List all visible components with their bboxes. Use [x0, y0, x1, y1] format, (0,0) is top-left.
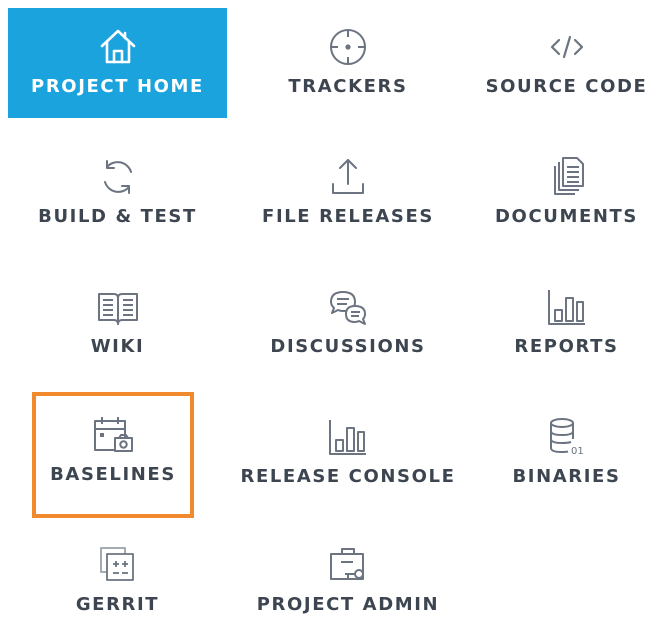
svg-text:01: 01: [571, 446, 584, 457]
nav-item-label: SOURCE CODE: [485, 76, 648, 97]
nav-item-binaries[interactable]: 01 BINARIES: [470, 400, 663, 510]
nav-item-label: PROJECT ADMIN: [256, 594, 440, 615]
nav-item-trackers[interactable]: TRACKERS: [238, 8, 458, 118]
bar-chart-icon: [325, 414, 371, 460]
nav-item-label: WIKI: [90, 336, 145, 357]
home-icon: [95, 24, 141, 70]
nav-item-project-home[interactable]: PROJECT HOME: [8, 8, 227, 118]
nav-item-baselines[interactable]: BASELINES: [32, 392, 194, 518]
nav-item-label: FILE RELEASES: [262, 206, 434, 227]
nav-item-label: DOCUMENTS: [495, 206, 638, 227]
bar-chart-icon: [544, 284, 590, 330]
nav-item-label: BASELINES: [50, 464, 176, 485]
nav-item-wiki[interactable]: WIKI: [8, 270, 227, 380]
gerrit-icon: [95, 542, 141, 588]
nav-item-gerrit[interactable]: GERRIT: [8, 530, 227, 623]
nav-item-label: DISCUSSIONS: [270, 336, 426, 357]
nav-item-build-test[interactable]: BUILD & TEST: [8, 140, 227, 250]
chat-bubbles-icon: [325, 284, 371, 330]
documents-icon: [544, 154, 590, 200]
briefcase-key-icon: [325, 542, 371, 588]
nav-item-source-code[interactable]: SOURCE CODE: [470, 8, 663, 118]
database-binary-icon: 01: [544, 414, 590, 460]
nav-item-label: BUILD & TEST: [38, 206, 197, 227]
nav-item-file-releases[interactable]: FILE RELEASES: [238, 140, 458, 250]
nav-item-project-admin[interactable]: PROJECT ADMIN: [238, 530, 458, 623]
nav-item-label: TRACKERS: [288, 76, 408, 97]
upload-icon: [325, 154, 371, 200]
crosshair-icon: [325, 24, 371, 70]
calendar-camera-icon: [90, 412, 136, 458]
refresh-icon: [95, 154, 141, 200]
nav-item-reports[interactable]: REPORTS: [470, 270, 663, 380]
nav-item-label: BINARIES: [512, 466, 621, 487]
nav-item-label: REPORTS: [514, 336, 619, 357]
project-nav-grid: PROJECT HOME TRACKERS SOURCE CODE BUILD …: [0, 0, 663, 623]
code-icon: [544, 24, 590, 70]
nav-item-discussions[interactable]: DISCUSSIONS: [238, 270, 458, 380]
nav-item-release-console[interactable]: RELEASE CONSOLE: [238, 400, 458, 510]
book-icon: [95, 284, 141, 330]
nav-item-documents[interactable]: DOCUMENTS: [470, 140, 663, 250]
nav-item-label: PROJECT HOME: [31, 76, 204, 97]
nav-item-label: GERRIT: [75, 594, 160, 615]
nav-item-label: RELEASE CONSOLE: [240, 466, 456, 487]
